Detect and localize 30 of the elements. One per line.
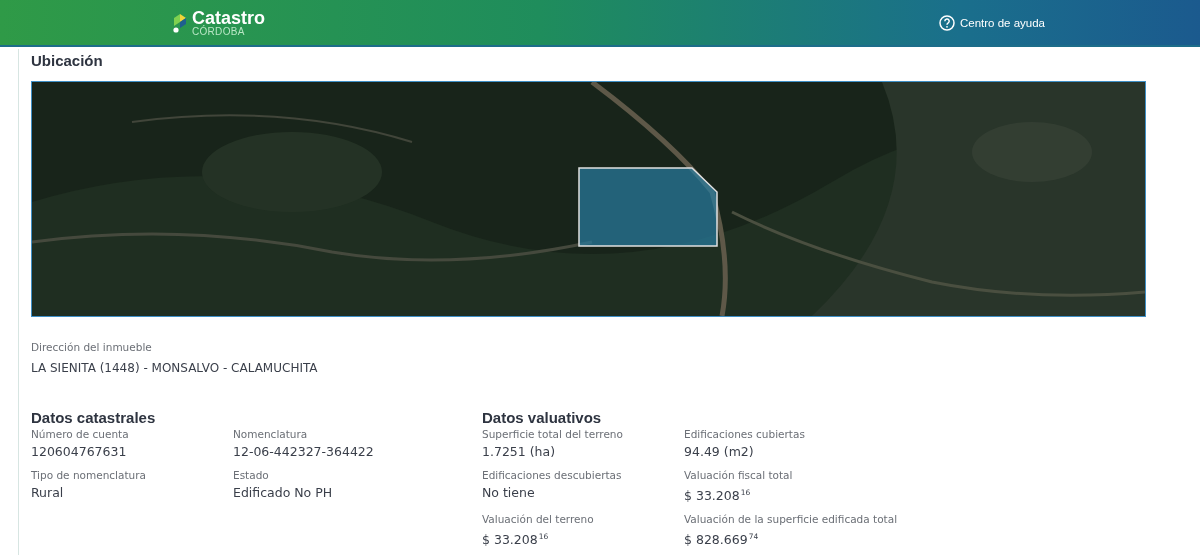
- field-label: Tipo de nomenclatura: [31, 468, 147, 483]
- brand-name: Catastro: [192, 8, 266, 27]
- field-label: Número de cuenta: [31, 427, 130, 442]
- field-value: 120604767631: [31, 443, 128, 461]
- field-label: Nomenclatura: [233, 427, 309, 442]
- field-value: $ 33.208$^{16}$: [482, 531, 550, 549]
- field-value: Edificado No PH: [233, 484, 334, 502]
- help-link[interactable]: Centro de ayuda: [938, 14, 1045, 31]
- field-value: $ 828.669$^{74}$: [684, 531, 760, 549]
- field-value: $ 33.208$^{16}$: [684, 487, 752, 505]
- help-icon: [938, 14, 955, 31]
- field-label: Edificaciones cubiertas: [684, 427, 806, 442]
- brand-subtitle: CÓRDOBA: [192, 26, 246, 37]
- field-label: Valuación de la superficie edificada total: [684, 512, 899, 527]
- logo-icon: [172, 11, 188, 34]
- section-title: Ubicación: [31, 51, 104, 71]
- field-value: Rural: [31, 484, 65, 502]
- section-title: Datos valuativos: [482, 409, 603, 427]
- field-value: 94.49 (m2): [684, 443, 755, 461]
- field-label: Valuación del terreno: [482, 512, 595, 527]
- field-value: No tiene: [482, 484, 536, 502]
- field-label: Edificaciones descubiertas: [482, 468, 623, 483]
- field-label: Valuación fiscal total: [684, 468, 794, 483]
- field-label: Superficie total del terreno: [482, 427, 624, 442]
- field-value: 12-06-442327-364422: [233, 443, 375, 461]
- field-value: 1.7251 (ha): [482, 443, 557, 461]
- field-value: LA SIENITA (1448) - MONSALVO - CALAMUCHITA: [31, 361, 319, 375]
- field-label: Dirección del inmueble: [31, 341, 153, 353]
- section-title: Datos catastrales: [31, 409, 157, 427]
- field-label: Estado: [233, 468, 270, 483]
